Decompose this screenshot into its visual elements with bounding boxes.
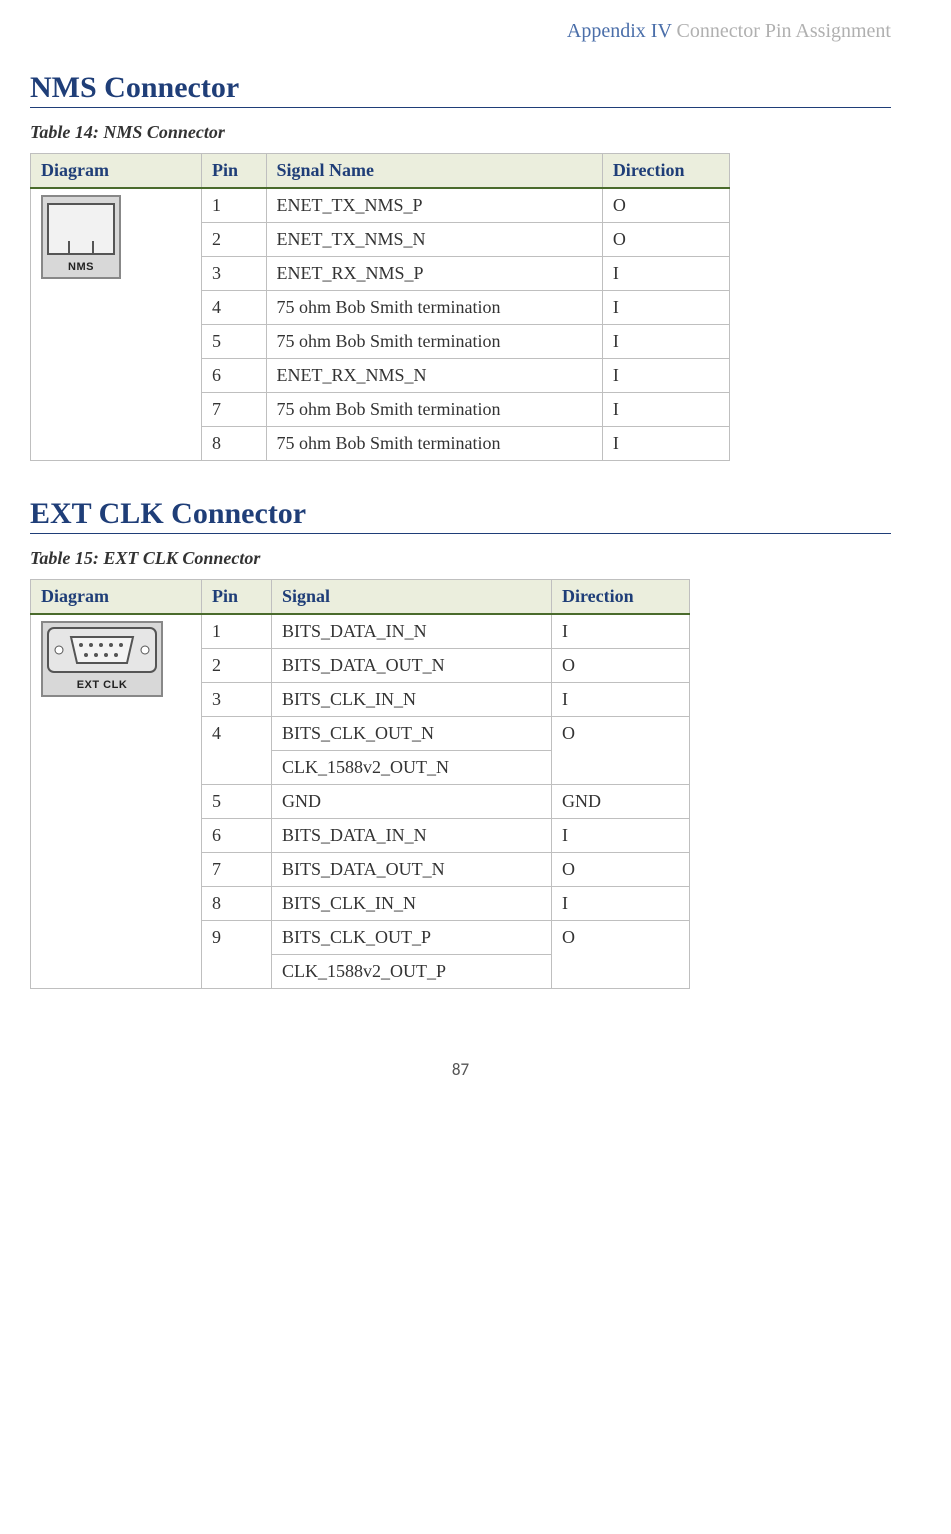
dir-cell: I (602, 257, 729, 291)
signal-cell: BITS_DATA_OUT_N (272, 649, 552, 683)
pin-cell: 3 (202, 257, 267, 291)
col-direction: Direction (552, 580, 690, 615)
signal-cell: BITS_CLK_OUT_P (272, 921, 552, 955)
signal-cell: CLK_1588v2_OUT_P (272, 955, 552, 989)
signal-cell: BITS_CLK_OUT_N (272, 717, 552, 751)
pin-cell: 1 (202, 614, 272, 649)
dir-cell: GND (552, 785, 690, 819)
pin-cell: 4 (202, 717, 272, 785)
pin-cell: 6 (202, 819, 272, 853)
db9-port-icon: EXT CLK (41, 621, 163, 697)
signal-cell: ENET_RX_NMS_N (266, 359, 602, 393)
table-header-row: Diagram Pin Signal Direction (31, 580, 690, 615)
dir-cell: O (552, 649, 690, 683)
pin-cell: 2 (202, 223, 267, 257)
extclk-connector-table: Diagram Pin Signal Direction EXT CLK 1 B… (30, 579, 690, 989)
nms-connector-table: Diagram Pin Signal Name Direction NMS 1 … (30, 153, 730, 461)
pin-cell: 7 (202, 853, 272, 887)
dir-cell: I (602, 291, 729, 325)
signal-cell: 75 ohm Bob Smith termination (266, 393, 602, 427)
signal-cell: 75 ohm Bob Smith termination (266, 291, 602, 325)
col-pin: Pin (202, 580, 272, 615)
pin-cell: 9 (202, 921, 272, 989)
col-pin: Pin (202, 154, 267, 189)
table-header-row: Diagram Pin Signal Name Direction (31, 154, 730, 189)
dir-cell: I (602, 393, 729, 427)
signal-cell: ENET_TX_NMS_N (266, 223, 602, 257)
table-caption-15: Table 15: EXT CLK Connector (30, 548, 891, 569)
pin-cell: 7 (202, 393, 267, 427)
dir-cell: I (602, 359, 729, 393)
pin-cell: 8 (202, 427, 267, 461)
section-heading-extclk: EXT CLK Connector (30, 497, 891, 534)
col-direction: Direction (602, 154, 729, 189)
pin-cell: 3 (202, 683, 272, 717)
signal-cell: BITS_DATA_IN_N (272, 819, 552, 853)
table-row: NMS 1 ENET_TX_NMS_P O (31, 188, 730, 223)
dir-cell: I (552, 819, 690, 853)
dir-cell: O (552, 717, 690, 785)
signal-cell: BITS_DATA_IN_N (272, 614, 552, 649)
signal-cell: ENET_TX_NMS_P (266, 188, 602, 223)
appendix-label: Appendix IV (567, 20, 672, 42)
diagram-label: EXT CLK (47, 679, 157, 691)
dir-cell: O (552, 853, 690, 887)
signal-cell: 75 ohm Bob Smith termination (266, 427, 602, 461)
diagram-cell-nms: NMS (31, 188, 202, 461)
page-header: Appendix IV Connector Pin Assignment (30, 20, 891, 43)
pin-cell: 5 (202, 785, 272, 819)
dir-cell: I (552, 614, 690, 649)
col-signal: Signal (272, 580, 552, 615)
table-caption-14: Table 14: NMS Connector (30, 122, 891, 143)
dir-cell: I (602, 427, 729, 461)
pin-cell: 4 (202, 291, 267, 325)
pin-cell: 5 (202, 325, 267, 359)
signal-cell: CLK_1588v2_OUT_N (272, 751, 552, 785)
col-signal: Signal Name (266, 154, 602, 189)
pin-cell: 2 (202, 649, 272, 683)
dir-cell: O (552, 921, 690, 989)
pin-cell: 8 (202, 887, 272, 921)
diagram-cell-extclk: EXT CLK (31, 614, 202, 989)
dir-cell: I (552, 683, 690, 717)
col-diagram: Diagram (31, 154, 202, 189)
diagram-label: NMS (47, 261, 115, 273)
dir-cell: O (602, 188, 729, 223)
pin-cell: 6 (202, 359, 267, 393)
dir-cell: I (602, 325, 729, 359)
signal-cell: GND (272, 785, 552, 819)
page-number: 87 (30, 1059, 891, 1080)
signal-cell: ENET_RX_NMS_P (266, 257, 602, 291)
signal-cell: BITS_CLK_IN_N (272, 887, 552, 921)
appendix-title: Connector Pin Assignment (677, 20, 891, 42)
signal-cell: BITS_DATA_OUT_N (272, 853, 552, 887)
pin-cell: 1 (202, 188, 267, 223)
table-row: EXT CLK 1 BITS_DATA_IN_N I (31, 614, 690, 649)
col-diagram: Diagram (31, 580, 202, 615)
signal-cell: 75 ohm Bob Smith termination (266, 325, 602, 359)
signal-cell: BITS_CLK_IN_N (272, 683, 552, 717)
dir-cell: O (602, 223, 729, 257)
rj45-port-icon: NMS (41, 195, 121, 279)
section-heading-nms: NMS Connector (30, 71, 891, 108)
dir-cell: I (552, 887, 690, 921)
